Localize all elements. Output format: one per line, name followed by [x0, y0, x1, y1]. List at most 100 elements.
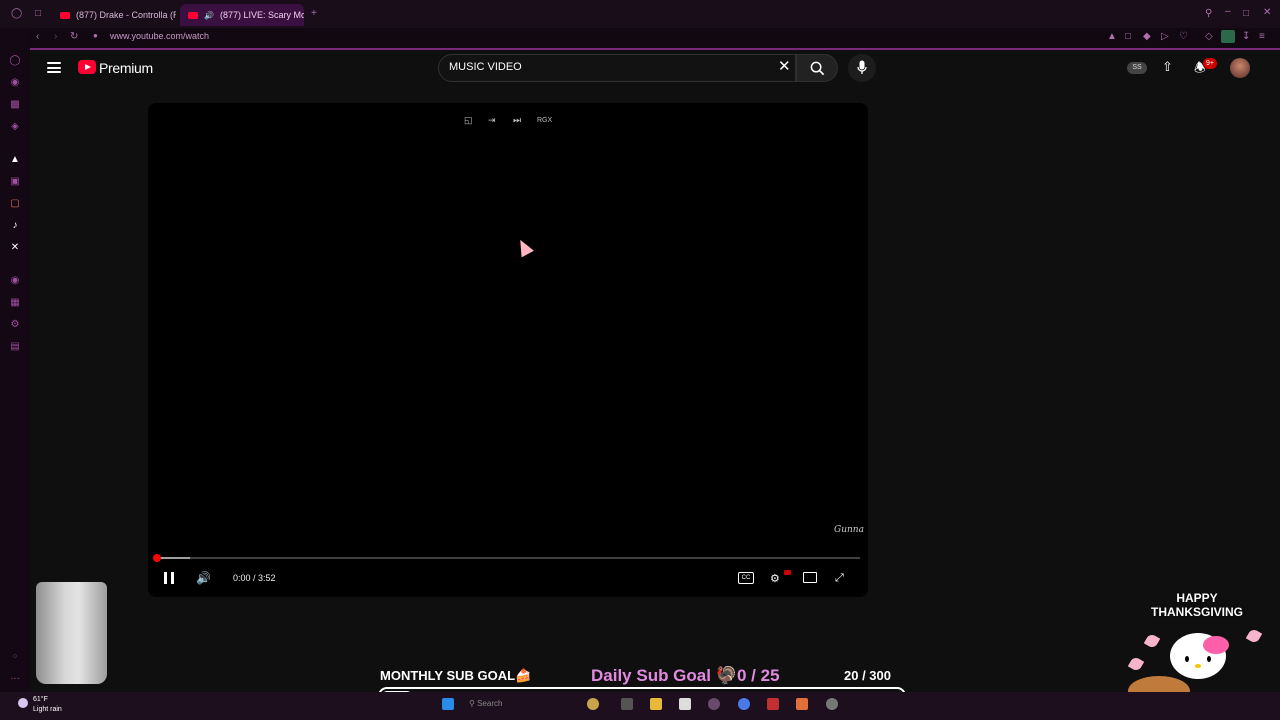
- new-tab-button[interactable]: +: [311, 8, 317, 19]
- sidebar-history-icon[interactable]: ◯: [9, 55, 21, 67]
- youtube-logo-icon[interactable]: [78, 60, 96, 74]
- progress-buffered: [156, 557, 190, 559]
- address-bar-url[interactable]: www.youtube.com/watch: [110, 31, 209, 41]
- voice-search-button[interactable]: [848, 54, 876, 82]
- daily-sub-goal-label: Daily Sub Goal 🦃: [591, 666, 737, 685]
- back-icon[interactable]: ‹: [36, 31, 39, 42]
- account-avatar[interactable]: [1230, 58, 1250, 78]
- tab-live-scary-movie[interactable]: 🔊 (877) LIVE: Scary Mov: [180, 4, 304, 26]
- sidebar-more-icon[interactable]: …: [9, 671, 21, 683]
- app-icon-2[interactable]: [796, 698, 808, 710]
- reload-icon[interactable]: ↻: [70, 31, 78, 42]
- kitty-eye: [1185, 656, 1189, 662]
- youtube-favicon-icon: [188, 11, 198, 19]
- captions-button[interactable]: CC: [738, 572, 754, 584]
- windows-start-icon[interactable]: [442, 698, 454, 710]
- search-input-value[interactable]: MUSIC VIDEO: [449, 61, 522, 73]
- drinking-glass-overlay: [36, 582, 107, 684]
- progress-bar[interactable]: [156, 557, 860, 559]
- weather-desc: Light rain: [33, 706, 62, 713]
- pin-icon[interactable]: ▲: [1107, 31, 1117, 42]
- task-view-icon[interactable]: [621, 698, 633, 710]
- copilot-icon[interactable]: [587, 698, 599, 710]
- weather-widget[interactable]: 61°F Light rain: [33, 695, 62, 715]
- pause-button[interactable]: [164, 572, 174, 584]
- rgx-extension-button[interactable]: RGX: [537, 117, 552, 124]
- theater-mode-icon[interactable]: [803, 572, 817, 583]
- file-explorer-icon[interactable]: [650, 698, 662, 710]
- tab-label: (877) LIVE: Scary Mov: [219, 10, 304, 20]
- sidebar-tiktok-icon[interactable]: ♪: [9, 220, 21, 232]
- volume-icon[interactable]: 🔊: [196, 571, 211, 585]
- fullscreen-icon[interactable]: ⤢: [835, 572, 844, 585]
- loading-bar: [30, 48, 1280, 50]
- tab-overview-icon[interactable]: □: [35, 8, 41, 19]
- monthly-sub-goal-count: 20 / 300: [844, 668, 891, 683]
- youtube-premium-label[interactable]: Premium: [99, 60, 153, 76]
- monthly-sub-goal-label: MONTHLY SUB GOAL🍰: [380, 668, 532, 683]
- browser-logo-icon[interactable]: ◯: [11, 8, 22, 19]
- tab-drake[interactable]: (877) Drake - Controlla (R: [52, 4, 176, 26]
- progress-scrubber[interactable]: [153, 554, 161, 562]
- autumn-leaf-icon: [1127, 655, 1145, 673]
- autumn-leaf-icon: [1143, 632, 1161, 650]
- extension-image-icon[interactable]: [1221, 30, 1235, 43]
- time-display: 0:00 / 3:52: [233, 573, 276, 583]
- minimize-icon[interactable]: –: [1225, 6, 1231, 17]
- menu-icon[interactable]: ≡: [1259, 31, 1265, 42]
- app-icon-1[interactable]: [708, 698, 720, 710]
- daily-sub-goal-count: 0 / 25: [737, 666, 780, 685]
- sidebar-gamepad-icon[interactable]: ◈: [9, 121, 21, 133]
- kitty-eye: [1207, 656, 1211, 662]
- sidebar-bot-icon[interactable]: ◉: [9, 77, 21, 89]
- download-icon[interactable]: ↧: [1242, 31, 1250, 42]
- video-player[interactable]: [148, 103, 868, 597]
- taskbar-search-placeholder: Search: [477, 699, 503, 708]
- tab-label: (877) Drake - Controlla (R: [76, 10, 176, 20]
- youtube-favicon-icon: [60, 11, 70, 19]
- search-tabs-icon[interactable]: ⚲: [1205, 8, 1212, 19]
- windows-taskbar: [0, 692, 1280, 720]
- heart-icon[interactable]: ♡: [1179, 31, 1188, 42]
- shield-icon[interactable]: ◆: [1143, 31, 1151, 42]
- autumn-leaf-icon: [1245, 627, 1263, 645]
- thanksgiving-banner: HAPPY THANKSGIVING: [1138, 591, 1256, 619]
- opera-gx-icon[interactable]: [767, 698, 779, 710]
- taskbar-search[interactable]: ⚲ Search: [469, 699, 502, 708]
- miniplayer-icon[interactable]: ◱: [464, 115, 473, 126]
- sidebar-aria-icon[interactable]: ▲: [9, 154, 21, 166]
- steam-icon[interactable]: [826, 698, 838, 710]
- weather-icon[interactable]: [18, 698, 28, 708]
- sidebar-gx-icon[interactable]: ○: [9, 651, 21, 663]
- menu-hamburger-icon[interactable]: [47, 62, 61, 73]
- cast-icon[interactable]: ⇥: [488, 115, 496, 126]
- extensions-icon[interactable]: ◇: [1205, 31, 1213, 42]
- sidebar-twitch-icon[interactable]: ▣: [9, 176, 21, 188]
- settings-gear-icon[interactable]: ⚙: [770, 572, 780, 585]
- sidebar-player-icon[interactable]: ◉: [9, 275, 21, 287]
- sidebar-instagram-icon[interactable]: ▢: [9, 198, 21, 210]
- screenshot-icon[interactable]: □: [1125, 31, 1131, 42]
- sidebar-x-icon[interactable]: ✕: [9, 242, 21, 254]
- speaker-icon: 🔊: [204, 10, 214, 20]
- upload-icon[interactable]: ⇧: [1162, 59, 1173, 75]
- hd-badge: [784, 570, 791, 575]
- thanksgiving-line-1: HAPPY: [1176, 591, 1218, 605]
- play-icon[interactable]: ▷: [1161, 31, 1169, 42]
- calendar-app-icon[interactable]: [679, 698, 691, 710]
- lock-icon[interactable]: ●: [93, 31, 98, 40]
- hello-kitty-bow-icon: [1203, 636, 1229, 654]
- clear-search-icon[interactable]: ✕: [778, 59, 791, 74]
- next-video-icon[interactable]: ⏭: [513, 115, 521, 126]
- forward-icon[interactable]: ›: [54, 31, 57, 42]
- sidebar-tiles-icon[interactable]: ▦: [9, 297, 21, 309]
- sidebar-card-icon[interactable]: ▤: [9, 341, 21, 353]
- close-window-icon[interactable]: ✕: [1263, 7, 1271, 18]
- maximize-icon[interactable]: □: [1243, 8, 1249, 19]
- sidebar-settings-icon[interactable]: ⚙: [9, 319, 21, 331]
- search-button[interactable]: [796, 54, 838, 82]
- chrome-icon[interactable]: [738, 698, 750, 710]
- extension-ss-badge[interactable]: SS: [1127, 62, 1147, 74]
- microphone-icon: [857, 60, 867, 74]
- sidebar-chat-icon[interactable]: ▩: [9, 99, 21, 111]
